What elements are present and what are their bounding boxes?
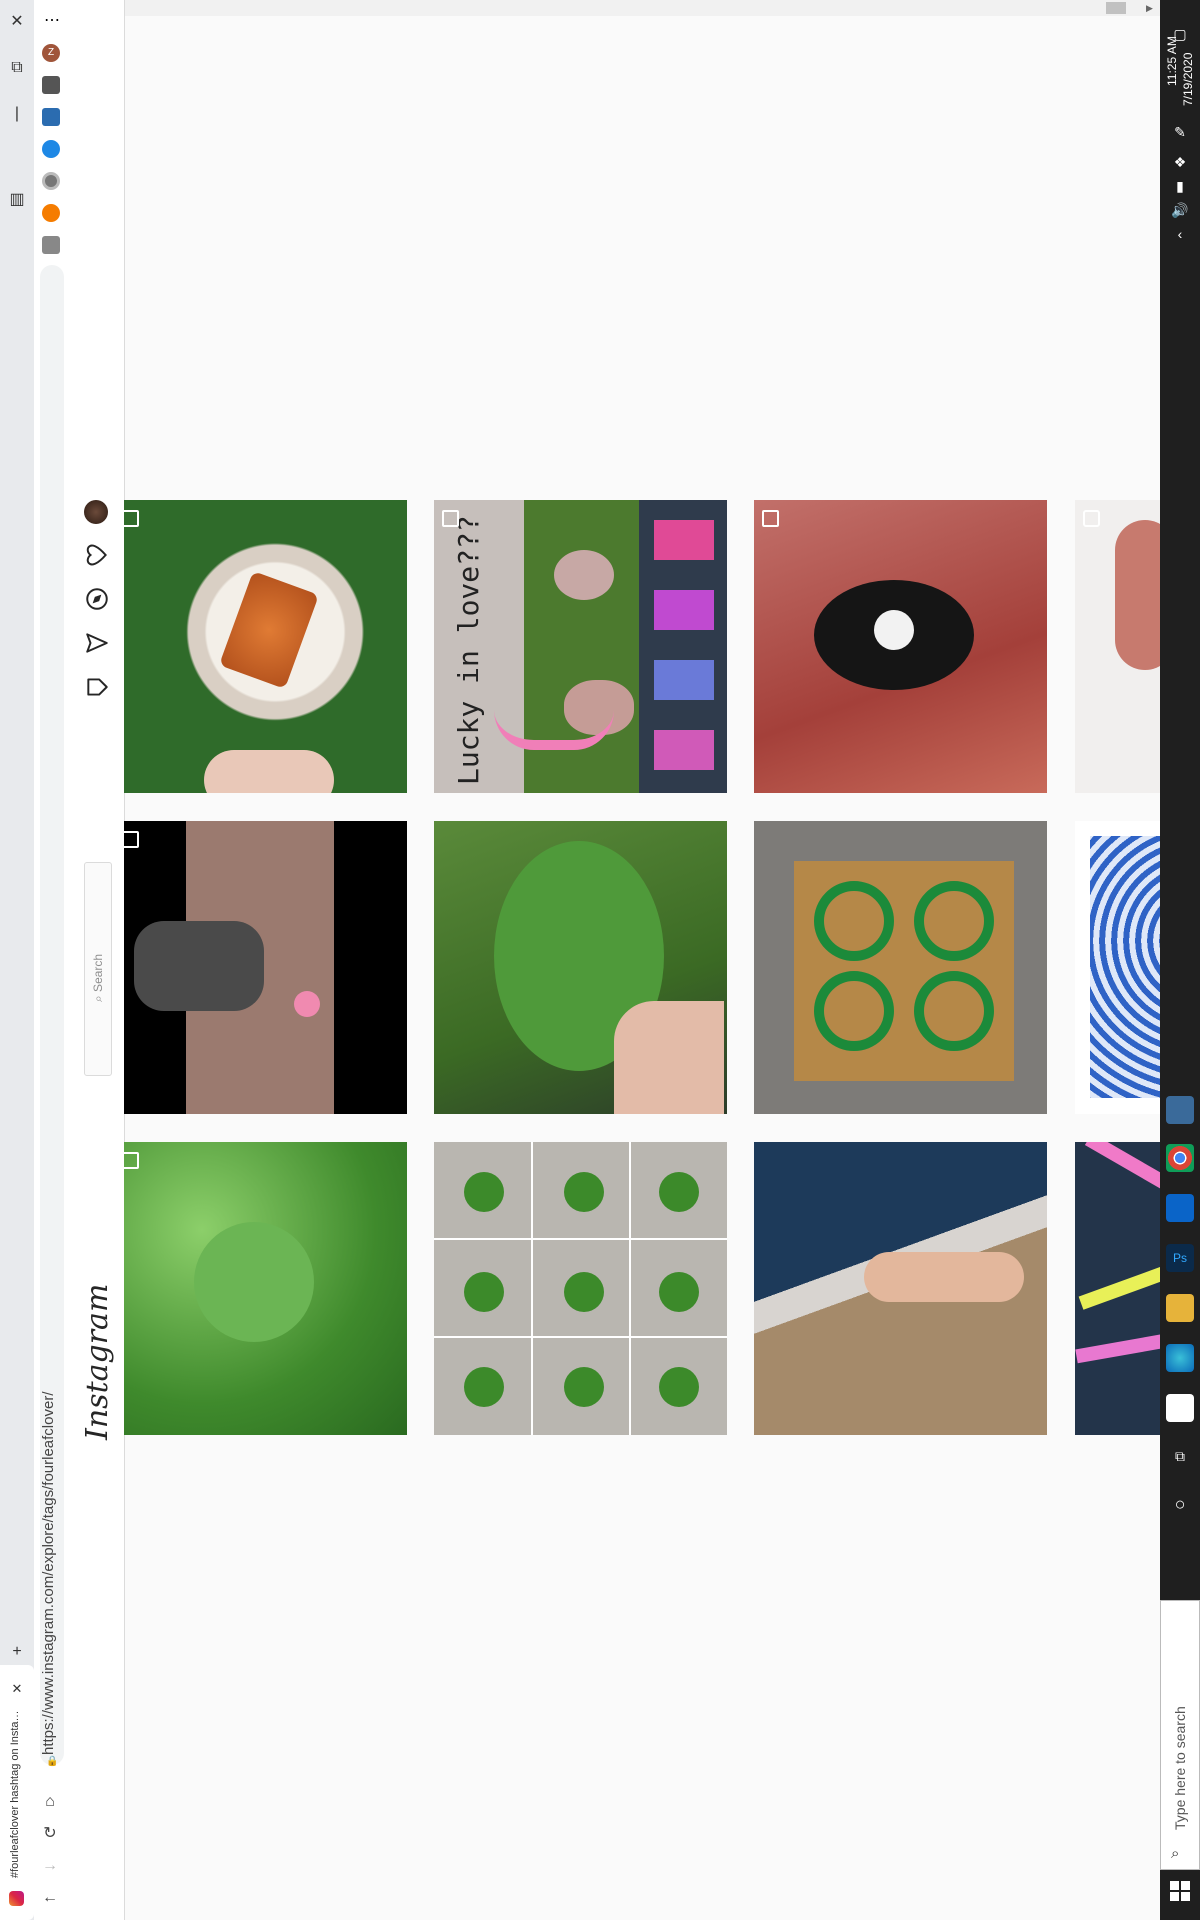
- clock-date[interactable]: 7/19/2020: [1181, 53, 1195, 106]
- search-icon: ⌕: [1171, 1845, 1180, 1862]
- store-app-icon[interactable]: [1166, 1394, 1194, 1422]
- file-explorer-app-icon[interactable]: [1166, 1294, 1194, 1322]
- tab-close-button[interactable]: ✕: [5, 1677, 29, 1701]
- restore-window-icon[interactable]: ⧉: [5, 56, 29, 80]
- direct-icon[interactable]: [84, 630, 110, 656]
- edge-app-icon[interactable]: [1166, 1344, 1194, 1372]
- task-view-icon[interactable]: ⧉: [1168, 1444, 1192, 1468]
- new-tab-button[interactable]: +: [5, 1640, 29, 1664]
- window-close-button[interactable]: ✕: [5, 10, 29, 34]
- home-button[interactable]: ⌂: [32, 1790, 68, 1814]
- multi-post-icon: [124, 831, 139, 848]
- post-beach-tattoo[interactable]: [754, 1142, 1047, 1435]
- settings-app-icon[interactable]: [1166, 1096, 1194, 1124]
- multi-post-icon: [124, 1152, 139, 1169]
- tab-title: #fourleafclover hashtag on Insta…: [9, 1710, 21, 1878]
- post-grid: Lucky in love??? Pick a Pile: [124, 0, 1160, 1920]
- outlook-app-icon[interactable]: [1166, 1194, 1194, 1222]
- taskbar-search-placeholder: Type here to search: [1172, 1706, 1188, 1830]
- windows-start-icon[interactable]: [1167, 1878, 1193, 1904]
- extension-orange-icon[interactable]: [42, 204, 60, 222]
- dropbox-icon[interactable]: ❖: [1168, 150, 1192, 174]
- post-person[interactable]: [1075, 500, 1160, 793]
- multi-post-icon: [442, 510, 459, 527]
- back-button[interactable]: ←: [32, 1886, 68, 1910]
- multi-post-icon: [124, 510, 139, 527]
- clock-time[interactable]: 11:25 AM: [1165, 36, 1179, 86]
- explore-icon[interactable]: [84, 586, 110, 612]
- photoshop-app-icon[interactable]: Ps: [1166, 1244, 1194, 1272]
- post-clover-patch[interactable]: [124, 1142, 407, 1435]
- instagram-logo[interactable]: Instagram: [80, 1284, 115, 1440]
- browser-tab-strip: ✕ ⧉ | ▥ + ✕ #fourleafclover hashtag on I…: [0, 0, 35, 1920]
- post-pick-a-pile[interactable]: Lucky in love??? Pick a Pile: [434, 500, 727, 793]
- chrome-app-icon[interactable]: [1166, 1144, 1194, 1172]
- forward-button[interactable]: →: [32, 1854, 68, 1878]
- extensions-icon[interactable]: [42, 76, 60, 94]
- camera-icon: [1083, 510, 1100, 527]
- post-blue-fabric[interactable]: [1075, 821, 1160, 1114]
- activity-icon[interactable]: [84, 542, 110, 568]
- more-menu-button[interactable]: ⋯: [40, 10, 64, 30]
- volume-icon[interactable]: 🔊: [1168, 198, 1192, 222]
- tab-actions-icon[interactable]: ▥: [5, 188, 29, 212]
- refresh-button[interactable]: ↻: [32, 1822, 68, 1846]
- url-text[interactable]: https://www.instagram.com/explore/tags/f…: [40, 1392, 57, 1756]
- extension-g-icon[interactable]: [42, 236, 60, 254]
- post-clover-hand[interactable]: [434, 821, 727, 1114]
- search-icon: ⌕: [91, 991, 105, 1002]
- pen-icon[interactable]: ✎: [1168, 120, 1192, 144]
- post-kitten[interactable]: [754, 500, 1047, 793]
- post-overlay-text: Lucky in love??? Pick a Pile: [452, 500, 485, 785]
- instagram-favicon-icon: [9, 1891, 24, 1906]
- extension-circle-icon[interactable]: [42, 172, 60, 190]
- post-clover-collage[interactable]: [434, 1142, 727, 1435]
- extension-blue-icon[interactable]: [42, 140, 60, 158]
- home-icon[interactable]: [84, 674, 110, 700]
- search-placeholder: ⌕ Search: [91, 953, 105, 1002]
- post-crystals[interactable]: [124, 500, 407, 793]
- post-masked-woman[interactable]: [124, 821, 407, 1114]
- cortana-icon[interactable]: ○: [1168, 1492, 1192, 1516]
- minimize-icon[interactable]: |: [5, 102, 29, 126]
- post-straws[interactable]: [1075, 1142, 1160, 1435]
- extension-chart-icon[interactable]: [42, 108, 60, 126]
- profile-avatar[interactable]: [84, 500, 108, 524]
- multi-post-icon: [762, 510, 779, 527]
- profile-avatar-icon[interactable]: Z: [42, 44, 60, 62]
- chevron-up-icon[interactable]: ‹: [1168, 222, 1192, 246]
- battery-icon[interactable]: ▮: [1168, 174, 1192, 198]
- post-horseshoes[interactable]: [754, 821, 1047, 1114]
- lock-icon: 🔒: [46, 1756, 59, 1767]
